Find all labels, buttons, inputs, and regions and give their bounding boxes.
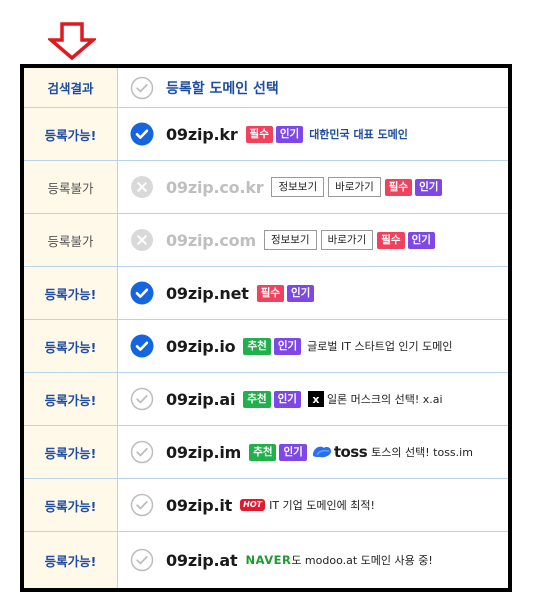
domain-name: 09zip.net — [166, 283, 249, 303]
x-circle-icon — [130, 175, 154, 199]
domain-results-table: 검색결과 등록할 도메인 선택 등록가능! 09zip.kr 필수 인기 대한민… — [20, 64, 512, 592]
table-row: 등록가능! 09zip.it HOT IT 기업 도메인에 최적! — [24, 479, 508, 532]
domain-name: 09zip.io — [166, 336, 236, 356]
check-circle-outline-icon[interactable] — [130, 493, 154, 517]
status-available: 등록가능! — [24, 532, 118, 588]
table-row: 등록불가 09zip.com 정보보기 바로가기 필수 인기 — [24, 214, 508, 267]
popular-badge: 인기 — [273, 390, 301, 408]
table-row: 등록가능! 09zip.at NAVER 도 modoo.at 도메인 사용 중… — [24, 532, 508, 588]
popular-badge: 인기 — [407, 231, 435, 249]
recommended-badge: 추천 — [249, 443, 277, 461]
status-available: 등록가능! — [24, 373, 118, 425]
domain-name: 09zip.com — [166, 230, 256, 250]
recommended-badge: 추천 — [243, 337, 271, 355]
x-circle-icon — [130, 228, 154, 252]
popular-badge: 인기 — [273, 337, 302, 355]
down-arrow-icon — [48, 22, 96, 60]
toss-logo-icon — [312, 446, 331, 458]
check-circle-filled-icon[interactable] — [130, 281, 154, 305]
status-available: 등록가능! — [24, 426, 118, 478]
domain-name: 09zip.kr — [166, 124, 238, 144]
status-unavailable: 등록불가 — [24, 214, 118, 266]
check-circle-filled-icon[interactable] — [130, 122, 154, 146]
status-unavailable: 등록불가 — [24, 161, 118, 213]
header-status-label: 검색결과 — [24, 68, 118, 107]
required-badge: 필수 — [377, 231, 405, 249]
check-circle-outline-icon[interactable] — [130, 76, 154, 100]
status-available: 등록가능! — [24, 320, 118, 372]
check-circle-outline-icon[interactable] — [130, 548, 154, 572]
popular-badge: 인기 — [275, 125, 304, 143]
xai-logo-icon: x — [307, 391, 324, 407]
status-available: 등록가능! — [24, 267, 118, 319]
table-row: 등록가능! 09zip.ai 추천 인기 x 일론 머스크의 선택! x.ai — [24, 373, 508, 426]
domain-name: 09zip.at — [166, 550, 238, 570]
check-circle-outline-icon[interactable] — [130, 387, 154, 411]
domain-name: 09zip.ai — [166, 389, 236, 409]
domain-description: 일론 머스크의 선택! x.ai — [326, 393, 443, 406]
table-row: 등록가능! 09zip.kr 필수 인기 대한민국 대표 도메인 — [24, 108, 508, 161]
domain-description: 토스의 선택! toss.im — [371, 446, 473, 459]
status-available: 등록가능! — [24, 479, 118, 531]
domain-name: 09zip.it — [166, 495, 233, 515]
popular-badge: 인기 — [279, 443, 307, 461]
table-row: 등록불가 09zip.co.kr 정보보기 바로가기 필수 인기 — [24, 161, 508, 214]
popular-badge: 인기 — [287, 284, 315, 302]
recommended-badge: 추천 — [243, 390, 271, 408]
toss-logo-text: toss — [333, 443, 368, 461]
domain-description: 대한민국 대표 도메인 — [309, 128, 408, 141]
domain-description: IT 기업 도메인에 최적! — [269, 499, 375, 512]
table-row: 등록가능! 09zip.io 추천 인기 글로벌 IT 스타트업 인기 도메인 — [24, 320, 508, 373]
hot-badge: HOT — [240, 499, 266, 511]
visit-button[interactable]: 바로가기 — [320, 230, 374, 250]
required-badge: 필수 — [384, 178, 413, 196]
status-available: 등록가능! — [24, 108, 118, 160]
domain-description: 도 modoo.at 도메인 사용 중! — [291, 554, 433, 567]
domain-description: 글로벌 IT 스타트업 인기 도메인 — [307, 340, 453, 353]
info-button[interactable]: 정보보기 — [271, 177, 325, 197]
table-row: 등록가능! 09zip.net 필수 인기 — [24, 267, 508, 320]
naver-logo: NAVER — [245, 553, 292, 567]
info-button[interactable]: 정보보기 — [263, 230, 317, 250]
domain-name: 09zip.im — [166, 442, 242, 462]
header-title: 등록할 도메인 선택 — [166, 80, 279, 97]
required-badge: 필수 — [245, 125, 273, 143]
visit-button[interactable]: 바로가기 — [328, 177, 381, 197]
check-circle-outline-icon[interactable] — [130, 440, 154, 464]
table-header: 검색결과 등록할 도메인 선택 — [24, 68, 508, 108]
table-row: 등록가능! 09zip.im 추천 인기 toss 토스의 선택! toss.i… — [24, 426, 508, 479]
popular-badge: 인기 — [415, 178, 443, 196]
required-badge: 필수 — [256, 284, 285, 302]
toss-logo: toss — [312, 443, 368, 461]
domain-name: 09zip.co.kr — [166, 177, 264, 197]
check-circle-filled-icon[interactable] — [130, 334, 154, 358]
